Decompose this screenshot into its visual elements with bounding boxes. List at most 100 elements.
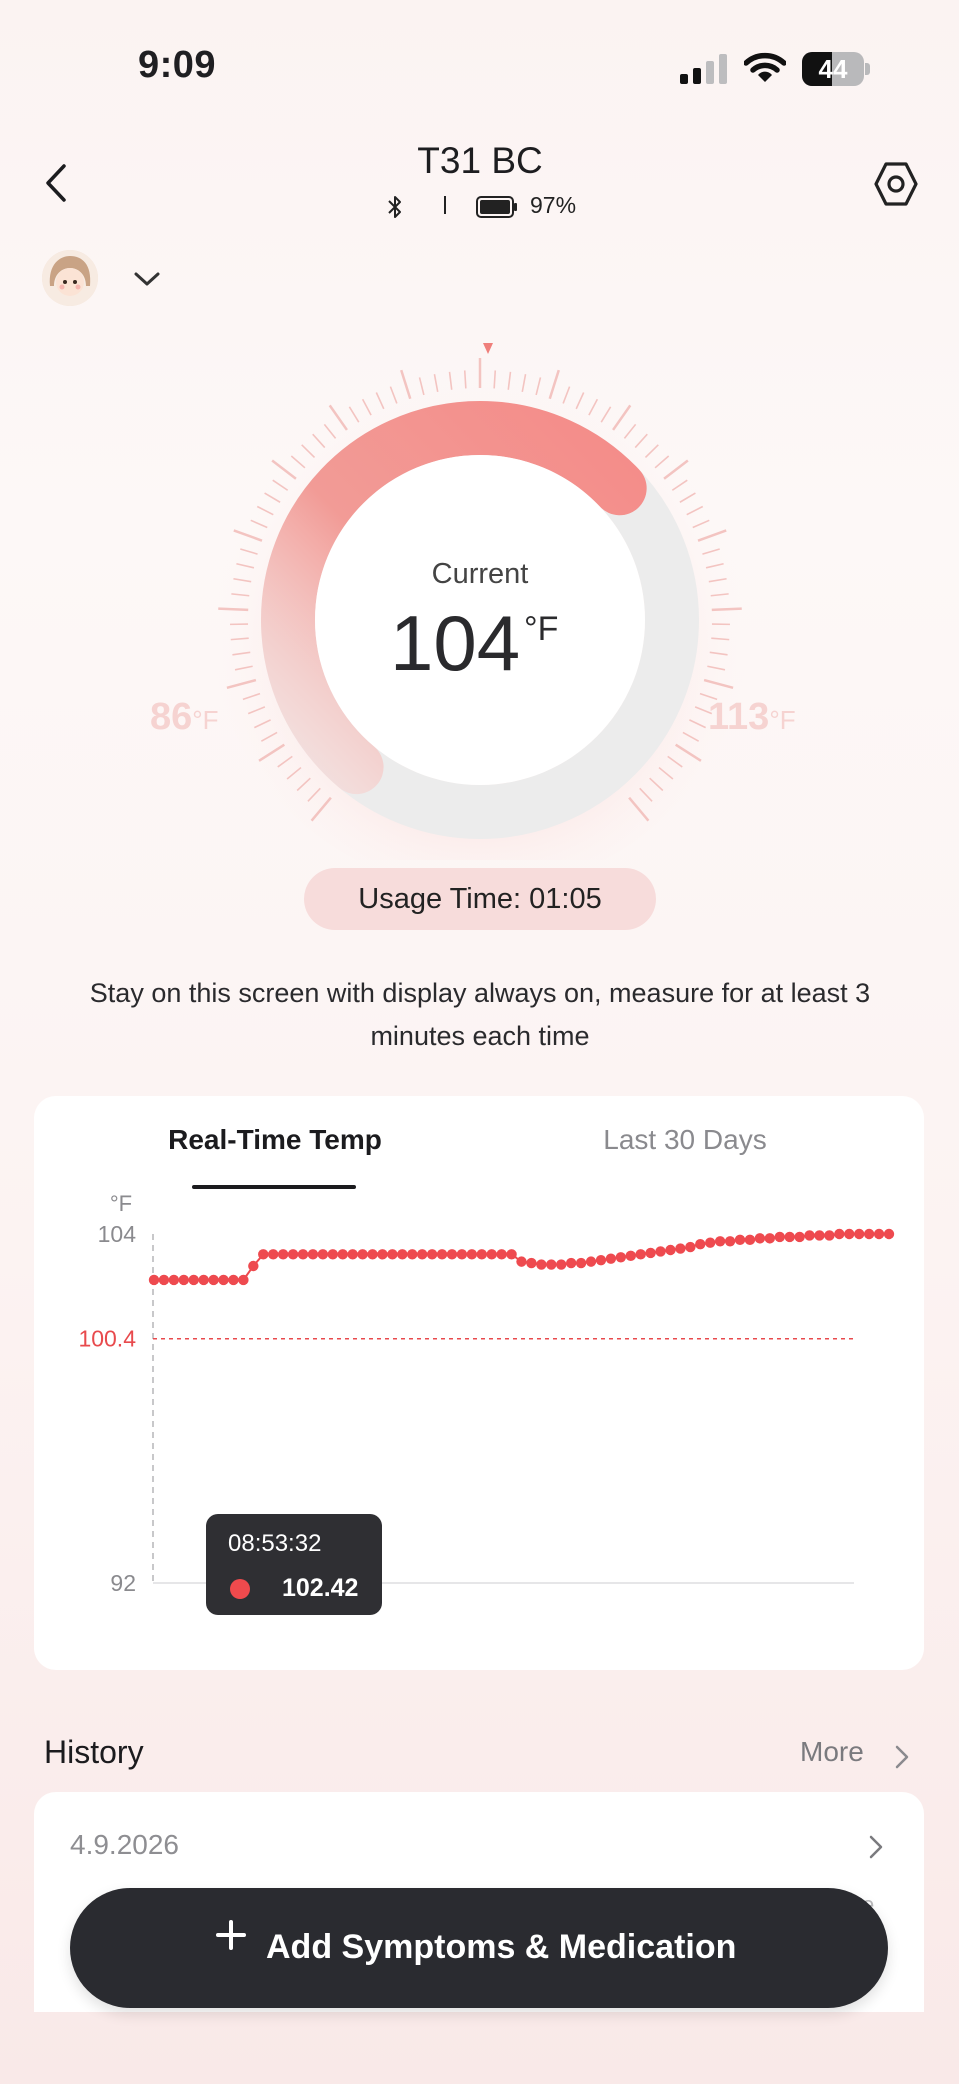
temperature-point[interactable]: [714, 1236, 726, 1247]
temperature-point[interactable]: [148, 1274, 160, 1286]
temperature-point[interactable]: [317, 1249, 329, 1260]
add-symptoms-medication-button[interactable]: Add Symptoms & Medication: [70, 1888, 888, 2008]
temperature-point[interactable]: [307, 1249, 319, 1260]
temperature-point[interactable]: [238, 1274, 249, 1286]
temperature-point[interactable]: [426, 1249, 438, 1260]
temperature-point[interactable]: [605, 1253, 617, 1264]
temperature-point[interactable]: [585, 1256, 597, 1267]
temperature-point[interactable]: [675, 1243, 686, 1254]
temperature-point[interactable]: [705, 1237, 716, 1248]
temperature-point[interactable]: [397, 1249, 408, 1260]
temperature-point[interactable]: [734, 1234, 746, 1246]
tab-real-time-temp[interactable]: Real-Time Temp: [150, 1124, 400, 1156]
temperature-point[interactable]: [446, 1249, 458, 1260]
temperature-point[interactable]: [536, 1259, 547, 1270]
temperature-point[interactable]: [178, 1274, 189, 1286]
dial-max-unit: °F: [769, 705, 796, 735]
temperature-point[interactable]: [804, 1230, 815, 1241]
temperature-point[interactable]: [267, 1249, 279, 1260]
history-more-link[interactable]: More: [800, 1736, 864, 1768]
temperature-unit: °F: [524, 610, 559, 648]
temperature-point[interactable]: [416, 1249, 428, 1260]
temperature-point[interactable]: [287, 1249, 299, 1260]
temperature-point[interactable]: [556, 1259, 567, 1270]
temperature-point[interactable]: [387, 1249, 398, 1260]
temperature-point[interactable]: [794, 1231, 805, 1243]
temperature-point[interactable]: [565, 1257, 577, 1269]
temperature-point[interactable]: [784, 1231, 795, 1243]
avatar[interactable]: [42, 250, 98, 306]
temperature-point[interactable]: [595, 1254, 607, 1266]
temperature-point[interactable]: [764, 1233, 776, 1244]
temperature-point[interactable]: [724, 1236, 736, 1247]
temperature-point[interactable]: [516, 1256, 527, 1267]
temperature-point[interactable]: [844, 1228, 855, 1240]
temperature-point[interactable]: [297, 1249, 309, 1260]
temperature-point[interactable]: [824, 1230, 835, 1241]
temperature-point[interactable]: [615, 1252, 627, 1263]
temperature-point[interactable]: [347, 1249, 358, 1260]
temperature-point[interactable]: [695, 1238, 706, 1250]
temperature-point[interactable]: [754, 1233, 766, 1244]
chevron-down-icon[interactable]: [132, 268, 162, 290]
temperature-point[interactable]: [248, 1260, 259, 1272]
temperature-point[interactable]: [854, 1228, 865, 1240]
temperature-point[interactable]: [625, 1250, 636, 1262]
temperature-point[interactable]: [456, 1249, 468, 1260]
temperature-point[interactable]: [546, 1259, 557, 1270]
temperature-point[interactable]: [486, 1249, 497, 1260]
bluetooth-icon: [388, 196, 401, 218]
temperature-point[interactable]: [337, 1249, 348, 1260]
temperature-point[interactable]: [496, 1249, 507, 1260]
temperature-point[interactable]: [188, 1274, 199, 1286]
current-temperature: 104: [390, 599, 521, 687]
temperature-point[interactable]: [208, 1274, 219, 1286]
temperature-point[interactable]: [506, 1249, 517, 1260]
chart-tooltip: 08:53:32 102.42: [206, 1514, 382, 1615]
avatar-image: [42, 250, 98, 306]
y-tick-label: 104: [98, 1221, 137, 1247]
temperature-point[interactable]: [277, 1249, 289, 1260]
temperature-point[interactable]: [436, 1249, 448, 1260]
tab-last-30-days[interactable]: Last 30 Days: [560, 1124, 810, 1156]
temperature-point[interactable]: [357, 1249, 368, 1260]
temperature-point[interactable]: [685, 1241, 696, 1253]
temperature-point[interactable]: [476, 1249, 487, 1260]
temperature-point[interactable]: [863, 1228, 875, 1240]
temperature-point[interactable]: [377, 1249, 388, 1260]
temperature-point[interactable]: [218, 1274, 229, 1286]
status-divider: [444, 196, 446, 214]
temperature-point[interactable]: [168, 1274, 180, 1286]
temperature-point[interactable]: [635, 1249, 646, 1260]
dial-min-value: 86: [150, 696, 193, 738]
temperature-point[interactable]: [834, 1228, 845, 1240]
temperature-point[interactable]: [575, 1257, 587, 1269]
temperature-point[interactable]: [158, 1274, 170, 1286]
device-battery-percent: 97%: [530, 192, 577, 218]
tooltip-time: 08:53:32: [228, 1530, 322, 1557]
temperature-chart[interactable]: °F 104 100.4 92: [34, 1190, 924, 1610]
temperature-point[interactable]: [655, 1246, 666, 1257]
dial-max-label: 113°F: [708, 696, 796, 739]
temperature-point[interactable]: [883, 1228, 895, 1240]
temperature-point[interactable]: [258, 1249, 269, 1260]
temperature-point[interactable]: [814, 1230, 825, 1241]
temperature-point[interactable]: [407, 1249, 418, 1260]
temperature-point[interactable]: [466, 1249, 478, 1260]
temperature-point[interactable]: [774, 1231, 785, 1243]
chevron-right-icon[interactable]: [894, 1744, 910, 1770]
temperature-point[interactable]: [198, 1274, 209, 1286]
y-axis-unit: °F: [110, 1191, 132, 1216]
back-icon[interactable]: [36, 158, 76, 208]
history-date: 4.9.2026: [70, 1829, 179, 1860]
temperature-point[interactable]: [367, 1249, 378, 1260]
status-time: 9:09: [138, 44, 217, 86]
temperature-point[interactable]: [873, 1228, 885, 1240]
temperature-point[interactable]: [327, 1249, 338, 1260]
temperature-point[interactable]: [645, 1247, 656, 1259]
temperature-point[interactable]: [665, 1244, 676, 1256]
temperature-point[interactable]: [228, 1274, 239, 1286]
settings-icon[interactable]: [872, 160, 920, 208]
temperature-point[interactable]: [744, 1234, 756, 1246]
temperature-point[interactable]: [526, 1257, 537, 1269]
